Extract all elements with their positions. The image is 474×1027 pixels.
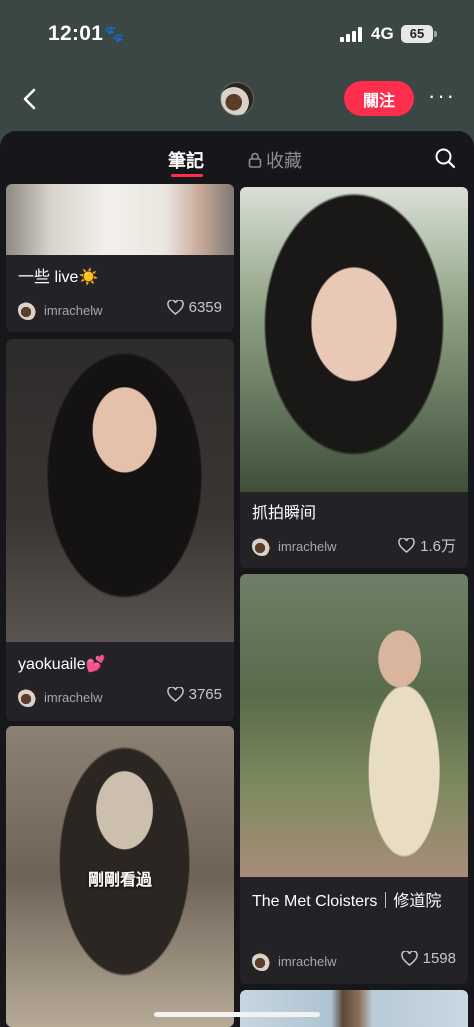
battery-tip [434, 31, 437, 37]
paw-icon: 🐾 [104, 26, 124, 43]
more-options-icon[interactable]: ··· [428, 85, 456, 112]
note-title: 一些 live☀️ [18, 269, 99, 286]
note-card[interactable] [240, 990, 468, 1027]
note-card[interactable]: 抓拍瞬间 imrachelw 1.6万 [240, 187, 468, 568]
heart-icon [400, 951, 418, 966]
follow-button[interactable]: 關注 [344, 81, 414, 116]
note-photo [240, 187, 468, 492]
author-name: imrachelw [278, 538, 337, 554]
note-card[interactable]: 剛剛看過 [6, 726, 234, 1027]
note-author[interactable]: imrachelw [18, 687, 103, 707]
like-count[interactable]: 6359 [166, 299, 222, 316]
note-title: 抓拍瞬间 [252, 505, 317, 522]
note-photo [240, 574, 468, 877]
like-count[interactable]: 1.6万 [398, 535, 456, 556]
like-count-value: 1598 [422, 950, 456, 967]
tab-active-indicator [171, 174, 203, 177]
author-avatar [18, 300, 38, 320]
like-count-value: 6359 [188, 299, 222, 316]
note-photo [6, 184, 234, 255]
note-title: yaokuaile💕 [18, 656, 106, 673]
search-icon[interactable] [434, 147, 456, 169]
heart-icon [166, 300, 184, 315]
lock-icon [248, 152, 262, 168]
like-count[interactable]: 1598 [400, 950, 456, 967]
like-count-value: 3765 [188, 686, 222, 703]
home-indicator [154, 1012, 320, 1017]
author-avatar [252, 951, 272, 971]
note-author[interactable]: imrachelw [252, 536, 337, 556]
heart-icon [398, 538, 415, 553]
note-photo [240, 990, 468, 1027]
tab-notes[interactable]: 筆記 [168, 147, 204, 173]
note-card[interactable]: The Met Cloisters｜修道院 imrachelw 1598 [240, 574, 468, 984]
note-title: The Met Cloisters｜修道院 [252, 893, 442, 910]
status-time: 12:01 [48, 22, 104, 45]
note-photo [6, 339, 234, 642]
network-type: 4G [371, 24, 394, 43]
note-author[interactable]: imrachelw [252, 951, 337, 971]
tab-bar: 筆記 收藏 [0, 131, 474, 183]
like-count[interactable]: 3765 [166, 686, 222, 703]
tab-favorites-label: 收藏 [266, 151, 302, 171]
author-avatar [18, 687, 38, 707]
back-arrow-icon[interactable] [18, 86, 44, 112]
battery-icon: 65 [401, 25, 433, 43]
status-bar: 12:01 🐾 4G 65 [0, 0, 474, 70]
tab-favorites[interactable]: 收藏 [248, 147, 302, 173]
note-card[interactable]: yaokuaile💕 imrachelw 3765 [6, 339, 234, 721]
author-name: imrachelw [278, 953, 337, 969]
author-name: imrachelw [44, 689, 103, 705]
heart-icon [166, 687, 184, 702]
author-name: imrachelw [44, 302, 103, 318]
content-panel: 筆記 收藏 一些 live☀️ imrachelw 6359 抓拍瞬间 imra… [0, 131, 474, 1027]
signal-icon [340, 27, 364, 42]
author-avatar [252, 536, 272, 556]
recently-viewed-label: 剛剛看過 [87, 872, 152, 889]
note-author[interactable]: imrachelw [18, 300, 103, 320]
profile-avatar[interactable] [220, 82, 254, 116]
like-count-value: 1.6万 [420, 538, 456, 555]
note-card[interactable]: 一些 live☀️ imrachelw 6359 [6, 184, 234, 332]
top-nav: 關注 ··· [0, 72, 474, 127]
